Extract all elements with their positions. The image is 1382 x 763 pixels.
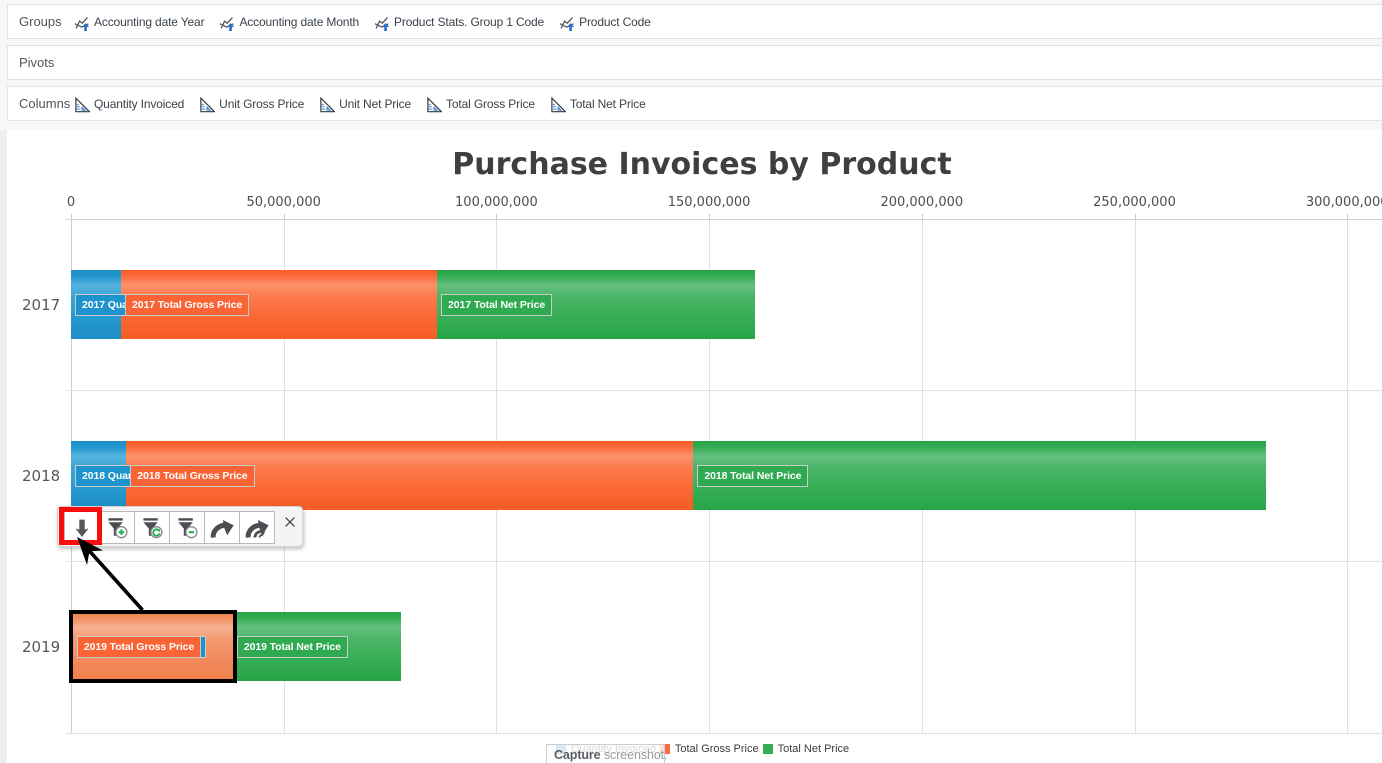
field-chip-accounting-date-month[interactable]: Accounting date Month: [219, 14, 359, 30]
toolbar-button-jump-to[interactable]: [204, 511, 240, 544]
bar-label-2019-total-net-price: 2019 Total Net Price: [237, 636, 348, 658]
set-square-icon: [550, 97, 566, 113]
legend-label: Total Net Price: [778, 743, 850, 755]
selected-bar-frame: [69, 610, 237, 683]
toolbar-button-filter-remove[interactable]: [169, 511, 205, 544]
x-axis-tick-label: 100,000,000: [455, 195, 538, 210]
x-axis-tick-label: 250,000,000: [1093, 195, 1176, 210]
field-chip-label: Accounting date Month: [239, 15, 359, 29]
field-chip-label: Product Stats. Group 1 Code: [394, 15, 544, 29]
bar-label-2018-total-gross-price: 2018 Total Gross Price: [130, 465, 254, 487]
field-row-groups: Groups Accounting date Year Accounting d…: [7, 4, 1382, 39]
horizontal-gridline: [66, 390, 1382, 391]
line-chart-pin-icon: [74, 15, 90, 31]
x-axis-tick-label: 200,000,000: [880, 195, 963, 210]
field-row-columns: Columns Quantity Invoiced Unit Gross Pri…: [7, 86, 1382, 121]
line-chart-pin-icon: [219, 15, 235, 31]
tooltip-rest-text: screenshot.: [601, 748, 668, 762]
capture-screenshot-tooltip: Capture screenshot.: [546, 744, 665, 763]
toolbar-button-filter-add[interactable]: [99, 511, 135, 544]
legend-item-total-net-price[interactable]: Total Net Price: [763, 743, 850, 755]
bar-label-2018-total-net-price: 2018 Total Net Price: [697, 465, 808, 487]
chart-legend: Quantity InvoicedTotal Gross PriceTotal …: [15, 743, 1382, 755]
filter-refresh-icon: [141, 517, 163, 539]
line-chart-pin-icon: [559, 15, 575, 31]
y-axis-category-label: 2019: [22, 638, 60, 656]
field-chip-total-net-price[interactable]: Total Net Price: [550, 96, 646, 112]
x-axis-tick-label: 0: [67, 195, 75, 210]
field-chip-quantity-invoiced[interactable]: Quantity Invoiced: [74, 96, 184, 112]
set-square-icon: [74, 97, 90, 113]
legend-label: Total Gross Price: [675, 743, 759, 755]
field-chip-label: Quantity Invoiced: [94, 97, 184, 111]
horizontal-gridline: [66, 561, 1382, 562]
jump-to-icon: [209, 516, 236, 540]
jump-to-multi-icon: [244, 516, 271, 540]
left-gutter: [0, 130, 7, 763]
filter-remove-icon: [176, 517, 198, 539]
x-axis-line: [66, 219, 1382, 220]
bar-label-2017-total-gross-price: 2017 Total Gross Price: [125, 294, 249, 316]
field-chip-label: Product Code: [579, 15, 651, 29]
y-axis-category-label: 2017: [22, 296, 60, 314]
x-axis-tick-label: 150,000,000: [668, 195, 751, 210]
field-chip-product-stats-group-1-code[interactable]: Product Stats. Group 1 Code: [374, 14, 544, 30]
field-chip-accounting-date-year[interactable]: Accounting date Year: [74, 14, 204, 30]
toolbar-button-filter-refresh[interactable]: [134, 511, 170, 544]
x-axis-tick-label: 300,000,000: [1306, 195, 1382, 210]
field-chip-label: Total Net Price: [570, 97, 646, 111]
set-square-icon: [426, 97, 442, 113]
field-chip-unit-gross-price[interactable]: Unit Gross Price: [199, 96, 304, 112]
app-root: Groups Accounting date Year Accounting d…: [0, 0, 1382, 763]
legend-swatch: [763, 744, 773, 754]
field-row-label-groups: Groups: [19, 14, 69, 29]
legend-item-total-gross-price[interactable]: Total Gross Price: [660, 743, 759, 755]
set-square-icon: [319, 97, 335, 113]
field-rows-panel: Groups Accounting date Year Accounting d…: [0, 0, 1382, 130]
field-chip-label: Unit Net Price: [339, 97, 411, 111]
field-chip-unit-net-price[interactable]: Unit Net Price: [319, 96, 411, 112]
field-chip-label: Total Gross Price: [446, 97, 535, 111]
y-axis-category-label: 2018: [22, 467, 60, 485]
field-row-label-columns: Columns: [19, 96, 69, 111]
vertical-gridline: [1347, 219, 1348, 733]
set-square-icon: [199, 97, 215, 113]
annotation-red-highlight: [59, 507, 102, 545]
horizontal-gridline: [66, 733, 1382, 734]
field-chip-label: Unit Gross Price: [219, 97, 304, 111]
field-chip-product-code[interactable]: Product Code: [559, 14, 651, 30]
chart-area: Purchase Invoices by Product 0 50,000,000…: [7, 130, 1382, 763]
field-row-label-pivots: Pivots: [19, 55, 69, 70]
filter-add-icon: [106, 517, 128, 539]
x-axis-tick-label: 50,000,000: [246, 195, 320, 210]
close-icon[interactable]: [285, 514, 295, 524]
field-chip-total-gross-price[interactable]: Total Gross Price: [426, 96, 535, 112]
field-row-pivots: Pivots: [7, 45, 1382, 80]
field-chip-label: Accounting date Year: [94, 15, 204, 29]
tooltip-bold-text: Capture: [554, 748, 601, 762]
chart-title: Purchase Invoices by Product: [7, 147, 1382, 182]
line-chart-pin-icon: [374, 15, 390, 31]
toolbar-button-jump-to-multi[interactable]: [239, 511, 275, 544]
bar-label-2017-total-net-price: 2017 Total Net Price: [441, 294, 552, 316]
